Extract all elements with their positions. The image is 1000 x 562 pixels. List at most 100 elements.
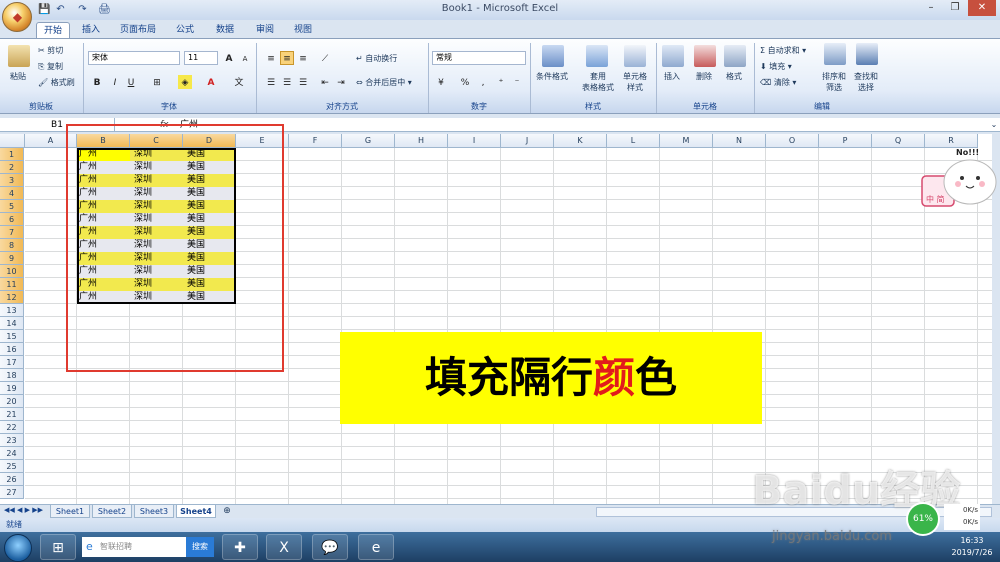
sheet-tab-1[interactable]: Sheet1 xyxy=(50,505,90,518)
insert-cells-button[interactable]: 插入 xyxy=(664,71,680,82)
cut-button[interactable]: ✂ 剪切 xyxy=(38,45,63,56)
copy-button[interactable]: ⎘ 复制 xyxy=(38,61,63,72)
tab-view[interactable]: 视图 xyxy=(288,22,318,38)
column-header-g[interactable]: G xyxy=(342,134,395,148)
row-header-13[interactable]: 13 xyxy=(0,304,24,317)
tab-page-layout[interactable]: 页面布局 xyxy=(114,22,162,38)
tab-review[interactable]: 审阅 xyxy=(250,22,280,38)
fill-color-icon[interactable]: ◈ xyxy=(178,75,192,89)
column-header-h[interactable]: H xyxy=(395,134,448,148)
format-cells-icon[interactable] xyxy=(724,45,746,67)
align-middle-icon[interactable]: ≡ xyxy=(280,51,294,65)
column-header-r[interactable]: R xyxy=(925,134,978,148)
windows-logo-icon[interactable]: ⊞ xyxy=(40,534,76,560)
format-painter-button[interactable]: 🖌 格式刷 xyxy=(38,77,75,88)
tab-data[interactable]: 数据 xyxy=(210,22,240,38)
row-header-18[interactable]: 18 xyxy=(0,369,24,382)
insert-cells-icon[interactable] xyxy=(662,45,684,67)
column-header-q[interactable]: Q xyxy=(872,134,925,148)
row-header-20[interactable]: 20 xyxy=(0,395,24,408)
paste-button[interactable]: 粘贴 xyxy=(10,71,26,82)
orientation-icon[interactable]: ⟋ xyxy=(318,51,332,65)
fill-button[interactable]: ⬇ 填充 ▾ xyxy=(760,61,792,72)
minimize-button[interactable]: – xyxy=(920,0,942,16)
sheet-tab-4[interactable]: Sheet4 xyxy=(176,505,216,518)
increase-decimal-icon[interactable]: ⁺ xyxy=(494,75,508,89)
align-center-icon[interactable]: ☰ xyxy=(280,75,294,89)
network-gauge[interactable]: 61% xyxy=(906,502,940,536)
shrink-font-button[interactable]: A xyxy=(238,51,252,65)
tab-home[interactable]: 开始 xyxy=(36,22,70,38)
row-header-7[interactable]: 7 xyxy=(0,226,24,239)
merge-center-button[interactable]: ⇔ 合并后居中 ▾ xyxy=(356,77,412,88)
cell-styles-button[interactable]: 单元格 样式 xyxy=(618,71,652,93)
align-right-icon[interactable]: ☰ xyxy=(296,75,310,89)
undo-icon[interactable]: ↶ xyxy=(54,3,67,16)
sheet-nav-icons[interactable]: ◀◀ ◀ ▶ ▶▶ xyxy=(4,506,43,514)
column-header-n[interactable]: N xyxy=(713,134,766,148)
column-header-k[interactable]: K xyxy=(554,134,607,148)
taskbar-search-input[interactable]: 智联招聘 xyxy=(82,537,186,557)
row-header-23[interactable]: 23 xyxy=(0,434,24,447)
align-top-icon[interactable]: ≡ xyxy=(264,51,278,65)
clear-button[interactable]: ⌫ 清除 ▾ xyxy=(760,77,796,88)
increase-indent-icon[interactable]: ⇥ xyxy=(334,75,348,89)
start-button[interactable] xyxy=(4,534,32,562)
decrease-indent-icon[interactable]: ⇤ xyxy=(318,75,332,89)
excel-icon[interactable]: X xyxy=(266,534,302,560)
conditional-format-icon[interactable] xyxy=(542,45,564,67)
comma-button[interactable]: , xyxy=(476,75,490,89)
maximize-button[interactable]: ❐ xyxy=(944,0,966,16)
font-size-combo[interactable]: 11 xyxy=(184,51,218,65)
taskbar-search-button[interactable]: 搜索 xyxy=(186,537,214,557)
paste-icon[interactable] xyxy=(8,45,30,67)
cell-styles-icon[interactable] xyxy=(624,45,646,67)
row-header-5[interactable]: 5 xyxy=(0,200,24,213)
delete-cells-button[interactable]: 删除 xyxy=(696,71,712,82)
print-preview-icon[interactable]: 🖨 xyxy=(98,3,111,16)
delete-cells-icon[interactable] xyxy=(694,45,716,67)
percent-button[interactable]: % xyxy=(458,75,472,89)
row-header-2[interactable]: 2 xyxy=(0,161,24,174)
row-header-3[interactable]: 3 xyxy=(0,174,24,187)
wrap-text-button[interactable]: ↵ 自动换行 xyxy=(356,53,397,64)
number-format-combo[interactable]: 常规 xyxy=(432,51,526,65)
find-select-button[interactable]: 查找和 选择 xyxy=(848,71,884,93)
bold-button[interactable]: B xyxy=(90,75,104,89)
office-button[interactable]: ◆ xyxy=(2,2,32,32)
tab-formulas[interactable]: 公式 xyxy=(170,22,200,38)
column-header-f[interactable]: F xyxy=(289,134,342,148)
format-as-table-icon[interactable] xyxy=(586,45,608,67)
row-header-9[interactable]: 9 xyxy=(0,252,24,265)
row-header-22[interactable]: 22 xyxy=(0,421,24,434)
row-header-6[interactable]: 6 xyxy=(0,213,24,226)
row-header-26[interactable]: 26 xyxy=(0,473,24,486)
row-header-1[interactable]: 1 xyxy=(0,148,24,161)
grow-font-button[interactable]: A xyxy=(222,51,236,65)
align-left-icon[interactable]: ☰ xyxy=(264,75,278,89)
row-header-8[interactable]: 8 xyxy=(0,239,24,252)
borders-icon[interactable]: ⊞ xyxy=(150,75,164,89)
underline-button[interactable]: U xyxy=(124,75,138,89)
browser-plus-icon[interactable]: ✚ xyxy=(222,534,258,560)
row-header-12[interactable]: 12 xyxy=(0,291,24,304)
column-header-p[interactable]: P xyxy=(819,134,872,148)
currency-icon[interactable]: ¥ xyxy=(434,75,448,89)
row-header-16[interactable]: 16 xyxy=(0,343,24,356)
decrease-decimal-icon[interactable]: ⁻ xyxy=(510,75,524,89)
360-browser-icon[interactable]: e xyxy=(358,534,394,560)
italic-button[interactable]: I xyxy=(108,75,122,89)
redo-icon[interactable]: ↷ xyxy=(76,3,89,16)
font-name-combo[interactable]: 宋体 xyxy=(88,51,180,65)
conditional-format-button[interactable]: 条件格式 xyxy=(536,71,568,82)
sort-filter-icon[interactable] xyxy=(824,43,846,65)
align-bottom-icon[interactable]: ≡ xyxy=(296,51,310,65)
sort-filter-button[interactable]: 排序和 筛选 xyxy=(816,71,852,93)
row-header-10[interactable]: 10 xyxy=(0,265,24,278)
row-header-11[interactable]: 11 xyxy=(0,278,24,291)
row-header-21[interactable]: 21 xyxy=(0,408,24,421)
row-header-19[interactable]: 19 xyxy=(0,382,24,395)
column-header-j[interactable]: J xyxy=(501,134,554,148)
row-header-25[interactable]: 25 xyxy=(0,460,24,473)
expand-formula-icon[interactable]: ⌄ xyxy=(988,118,1000,132)
